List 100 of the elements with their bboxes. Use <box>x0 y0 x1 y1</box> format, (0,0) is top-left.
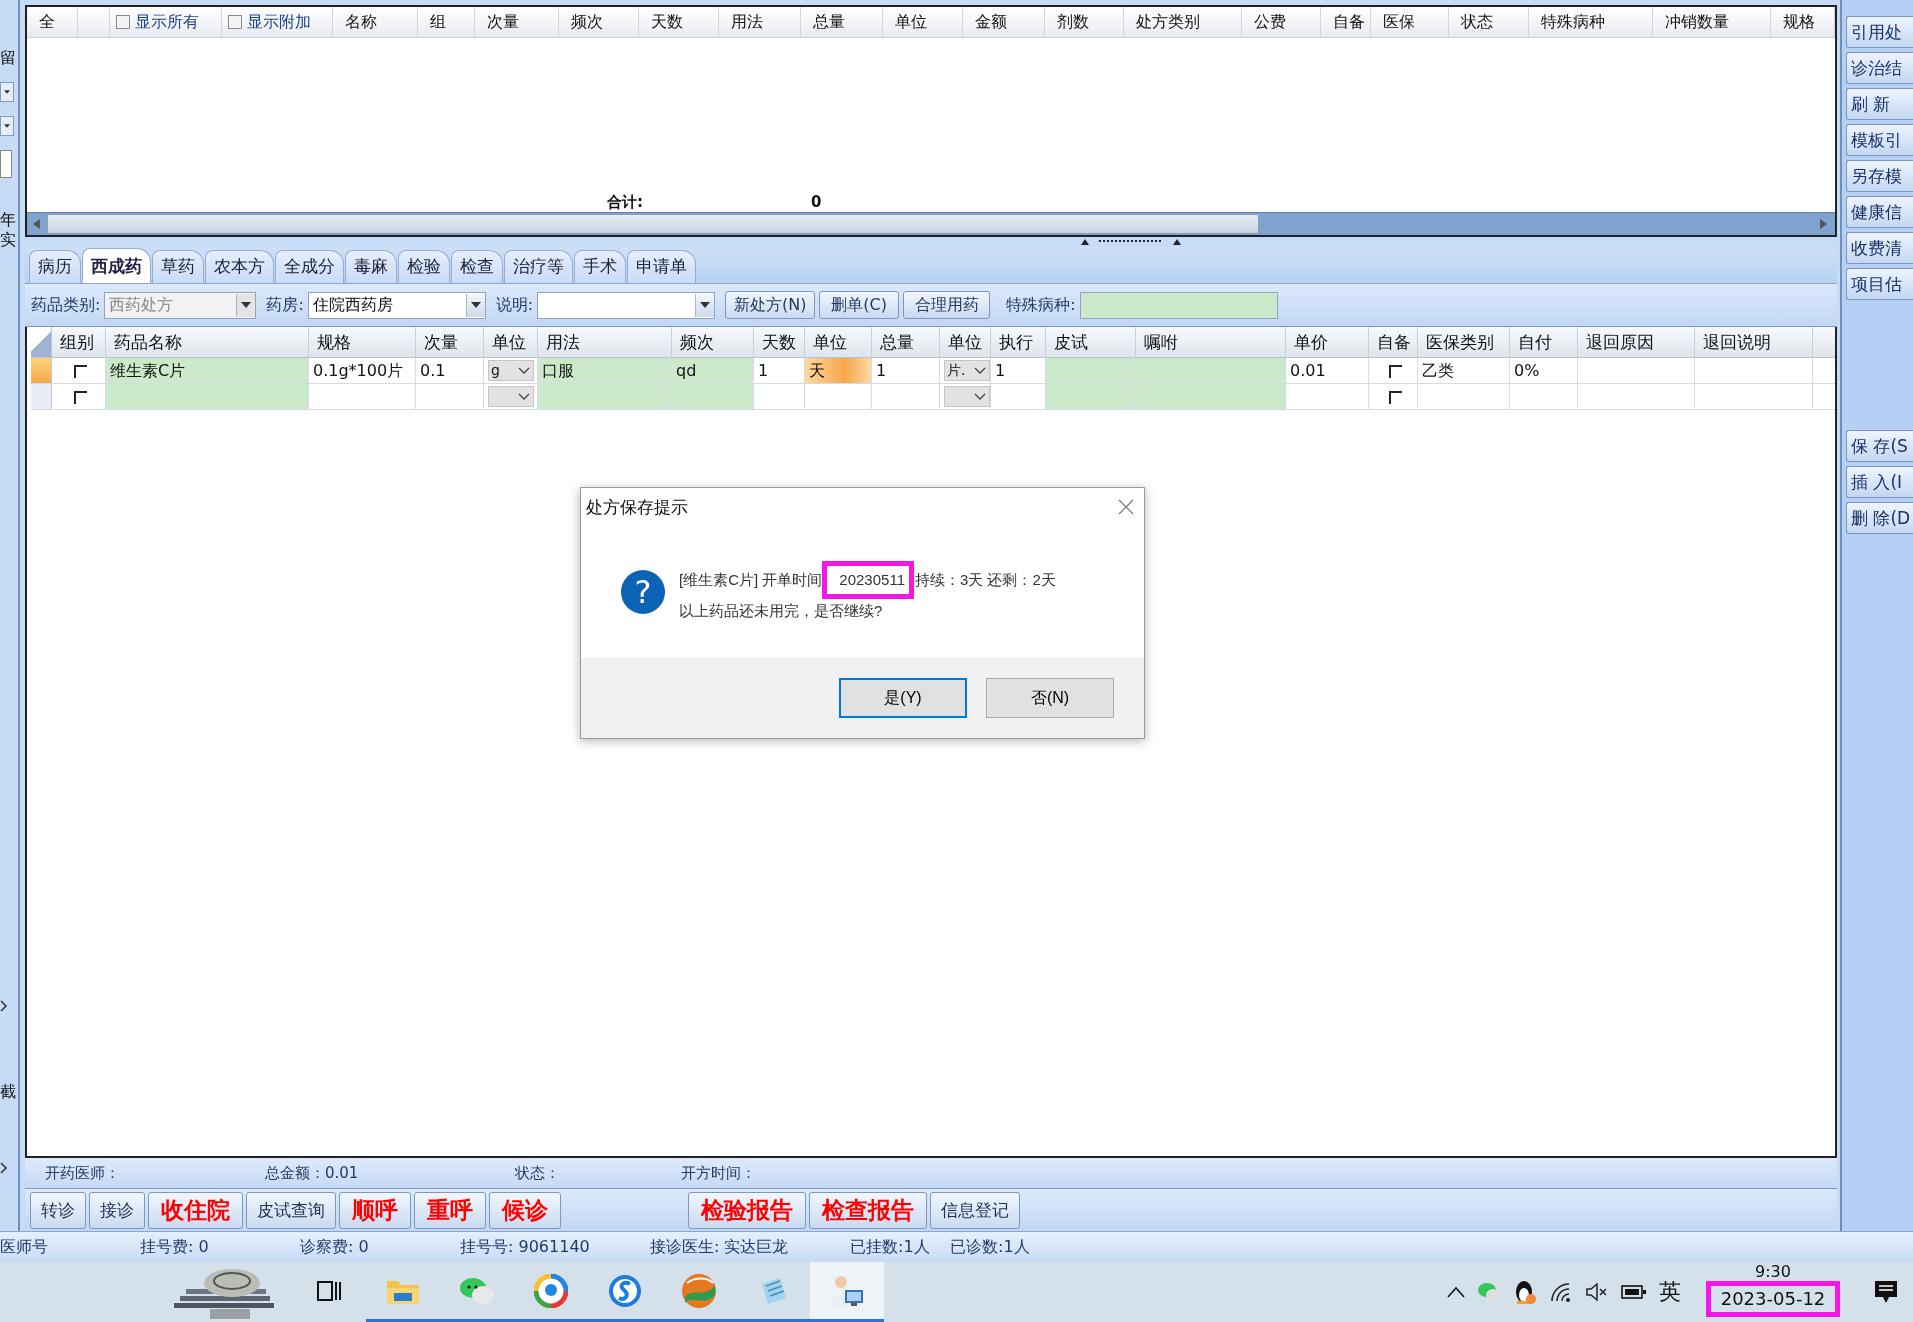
table-cell[interactable]: 天 <box>805 358 872 383</box>
side-label[interactable]: 截 <box>0 1082 18 1102</box>
column-header[interactable]: 皮试 <box>1046 327 1136 357</box>
tab[interactable]: 全成分 <box>275 250 344 283</box>
column-header[interactable]: 总量 <box>801 7 883 37</box>
select-all-corner[interactable] <box>31 327 52 357</box>
table-cell[interactable]: 0.1 <box>416 358 484 383</box>
column-header[interactable]: 次量 <box>475 7 559 37</box>
column-header[interactable]: 剂数 <box>1045 7 1124 37</box>
checkbox[interactable] <box>74 391 87 404</box>
table-cell[interactable] <box>1136 358 1286 383</box>
tab[interactable]: 治疗等 <box>504 250 573 283</box>
side-label[interactable]: 年 <box>0 210 18 230</box>
side-button[interactable]: 插 入(I <box>1846 466 1913 498</box>
checkbox[interactable] <box>116 15 130 29</box>
checkbox[interactable] <box>1388 391 1402 404</box>
scroll-thumb[interactable] <box>47 214 1259 234</box>
table-cell[interactable]: 0.1g*100片 <box>309 358 416 383</box>
column-header[interactable]: 状态 <box>1449 7 1529 37</box>
column-header[interactable]: 单位 <box>883 7 963 37</box>
tab[interactable]: 农本方 <box>205 250 274 283</box>
column-header[interactable]: 组别 <box>52 327 106 357</box>
row-selector[interactable] <box>31 358 52 383</box>
clock-date[interactable]: 2023-05-12 <box>1705 1281 1841 1317</box>
column-header[interactable]: 特殊病种 <box>1529 7 1653 37</box>
column-header[interactable]: 规格 <box>309 327 416 357</box>
table-cell[interactable] <box>538 384 672 409</box>
side-button[interactable]: 健康信 <box>1846 196 1913 228</box>
side-button[interactable]: 模板引 <box>1846 124 1913 156</box>
column-header[interactable]: 自付 <box>1510 327 1578 357</box>
side-label[interactable]: 留 <box>0 48 18 68</box>
column-header[interactable]: 天数 <box>754 327 805 357</box>
action-button[interactable]: 转诊 <box>30 1191 86 1229</box>
table-cell[interactable] <box>1136 384 1286 409</box>
tab[interactable]: 申请单 <box>627 250 696 283</box>
table-cell[interactable]: 0% <box>1510 358 1578 383</box>
column-header[interactable]: 单位 <box>940 327 991 357</box>
column-header[interactable]: 执行 <box>991 327 1046 357</box>
column-header[interactable]: 频次 <box>559 7 639 37</box>
table-cell[interactable]: 维生素C片 <box>106 358 309 383</box>
tab[interactable]: 手术 <box>574 250 626 283</box>
table-cell[interactable]: qd <box>672 358 754 383</box>
checkbox-label[interactable]: 显示所有 <box>135 7 199 37</box>
dropdown[interactable]: 住院西药房 <box>307 291 486 319</box>
column-header[interactable]: 退回原因 <box>1578 327 1695 357</box>
side-button[interactable]: 另存模 <box>1846 160 1913 192</box>
column-header[interactable]: 处方类别 <box>1124 7 1242 37</box>
column-header[interactable]: 自备 <box>1321 7 1371 37</box>
column-header[interactable]: 公费 <box>1242 7 1321 37</box>
column-header[interactable]: 自备 <box>1369 327 1418 357</box>
column-header[interactable]: 单位 <box>484 327 538 357</box>
row-selector[interactable] <box>31 384 52 409</box>
column-header[interactable]: 冲销数量 <box>1653 7 1771 37</box>
column-header[interactable]: 组 <box>418 7 475 37</box>
column-header[interactable]: 频次 <box>672 327 754 357</box>
tab[interactable]: 草药 <box>152 250 204 283</box>
input-method-indicator[interactable]: 英 <box>1659 1277 1681 1307</box>
table-cell[interactable] <box>1046 384 1136 409</box>
column-header[interactable]: 退回说明 <box>1695 327 1813 357</box>
tab[interactable]: 病历 <box>29 250 81 283</box>
column-header[interactable]: 医保 <box>1371 7 1449 37</box>
side-button[interactable]: 引用处 <box>1846 16 1913 48</box>
toolbar-button[interactable]: 新处方(N) <box>725 291 816 319</box>
column-header[interactable]: 单位 <box>805 327 872 357</box>
side-label[interactable]: 实 <box>0 230 18 250</box>
column-header[interactable]: 单价 <box>1286 327 1369 357</box>
table-cell[interactable] <box>106 384 309 409</box>
table-cell[interactable]: 1 <box>872 358 940 383</box>
dropdown-button[interactable] <box>0 82 14 102</box>
toolbar-button[interactable]: 删单(C) <box>819 291 900 319</box>
action-button[interactable]: 信息登记 <box>930 1191 1020 1229</box>
input-field[interactable] <box>1079 291 1278 319</box>
table-cell[interactable]: 0.01 <box>1286 358 1369 383</box>
column-header[interactable]: 总量 <box>872 327 940 357</box>
column-header[interactable]: 医保类别 <box>1418 327 1510 357</box>
column-header[interactable]: 嘱咐 <box>1136 327 1286 357</box>
tab[interactable]: 毒麻 <box>345 250 397 283</box>
table-cell[interactable]: 乙类 <box>1418 358 1510 383</box>
tab[interactable]: 西成药 <box>82 248 151 283</box>
dialog-button[interactable]: 否(N) <box>986 678 1114 718</box>
checkbox[interactable] <box>74 365 87 378</box>
side-button[interactable]: 收费清 <box>1846 232 1913 264</box>
side-button[interactable]: 保 存(S <box>1846 430 1913 462</box>
column-header[interactable]: 名称 <box>333 7 418 37</box>
side-button[interactable]: 项目估 <box>1846 268 1913 300</box>
side-button[interactable]: 刷 新 <box>1846 88 1913 120</box>
checkbox[interactable] <box>1388 365 1402 378</box>
table-cell[interactable] <box>672 384 754 409</box>
column-header[interactable]: 药品名称 <box>106 327 309 357</box>
dropdown[interactable] <box>537 291 716 319</box>
tab[interactable]: 检验 <box>398 250 450 283</box>
input-field[interactable] <box>0 150 12 178</box>
column-header[interactable]: 次量 <box>416 327 484 357</box>
column-header[interactable]: 金额 <box>963 7 1045 37</box>
column-header[interactable]: 全 <box>27 7 78 37</box>
column-header[interactable]: 用法 <box>538 327 672 357</box>
checkbox-label[interactable]: 显示附加 <box>247 7 311 37</box>
side-button[interactable]: 删 除(D <box>1846 502 1913 534</box>
column-header[interactable]: 规格 <box>1771 7 1835 37</box>
checkbox[interactable] <box>228 15 242 29</box>
